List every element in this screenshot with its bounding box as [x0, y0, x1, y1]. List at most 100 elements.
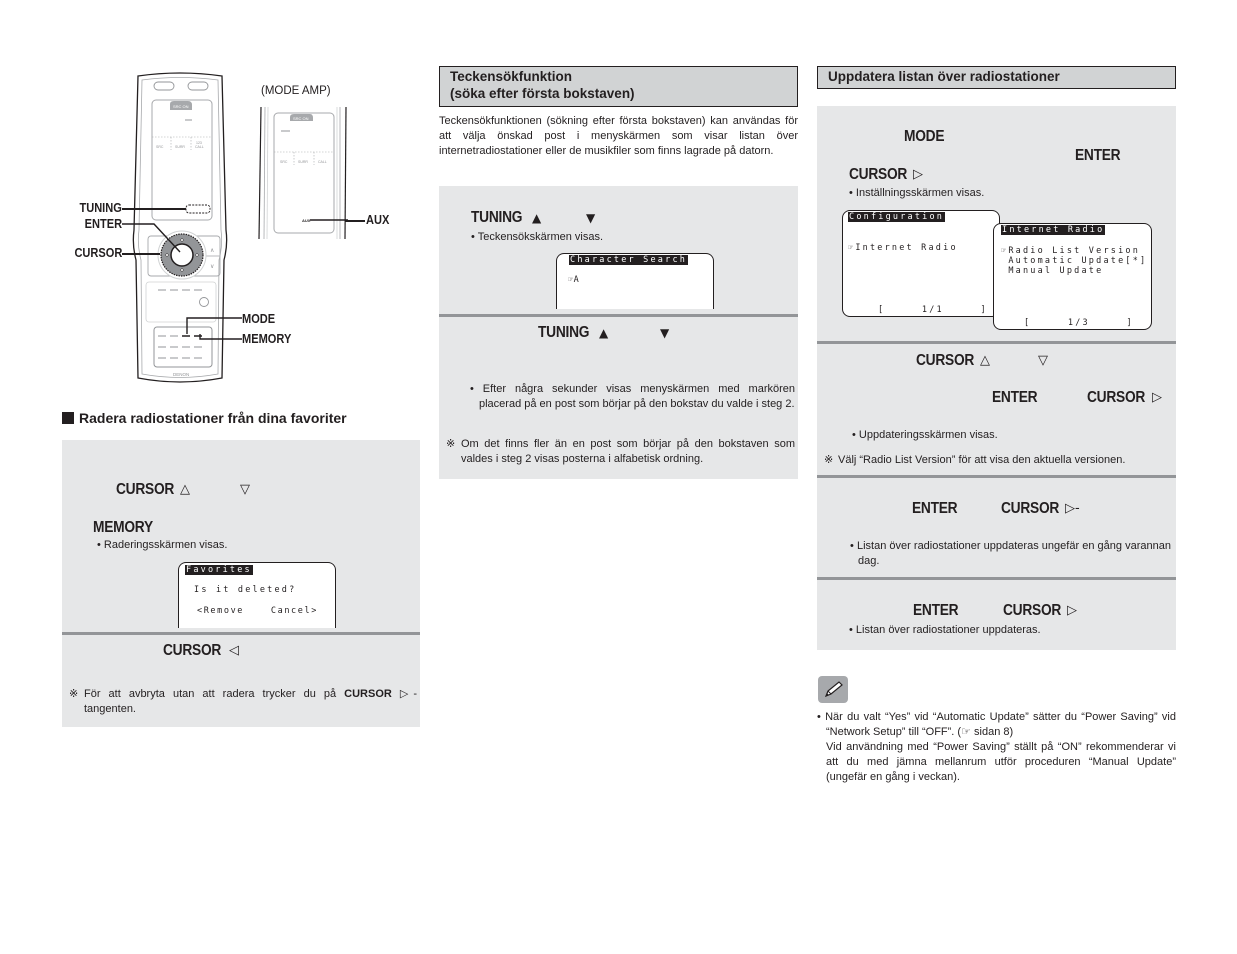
section-heading-box: Uppdatera listan över radiostationer — [817, 66, 1176, 89]
cursor-key-label: CURSOR — [849, 166, 908, 183]
svg-text:SRC: SRC — [156, 145, 164, 149]
step1-bullet: • Teckensökskärmen visas. — [471, 231, 604, 243]
step3-instruction: CURSOR ◁ — [163, 642, 239, 660]
pencil-icon — [818, 676, 848, 703]
alphabetical-note: ※ Om det finns fler än en post som börjar… — [446, 437, 795, 467]
note-arrow: ▷- — [399, 688, 418, 700]
remote-inset-mode-amp: SRC ON SRC SURR CALL AUX — [258, 107, 348, 240]
character-search-screen: Character Search ☞A — [556, 253, 714, 309]
cursor-key-label: CURSOR — [116, 481, 175, 498]
triangle-right-icon: ▷ — [913, 167, 923, 182]
radio-list-version-note: ※ Välj “Radio List Version” för att visa … — [824, 453, 1176, 468]
step4-bullet: • Listan över radiostationer uppdateras. — [849, 624, 1041, 636]
inset-caption: (MODE AMP) — [261, 85, 331, 97]
screen-title: Character Search — [569, 255, 689, 265]
screen-title: Internet Radio — [1001, 225, 1106, 235]
screen-line: Is it deleted? — [194, 585, 297, 595]
memo-note: • När du valt “Yes” vid “Automatic Updat… — [817, 710, 1176, 785]
memory-key-label: MEMORY — [93, 519, 153, 536]
step1-cursor-instruction: CURSOR ▷ — [849, 166, 923, 184]
enter-key-label: ENTER — [913, 602, 959, 619]
cursor-key-label: CURSOR — [1003, 602, 1062, 619]
section-heading: Radera radiostationer från dina favorite… — [62, 410, 347, 426]
enter-key-label: ENTER — [992, 389, 1038, 406]
cursor-key-label: CURSOR — [916, 352, 975, 369]
step2-bullet: • Raderingsskärmen visas. — [97, 539, 228, 551]
triangle-up-filled-icon: ▲ — [599, 326, 609, 340]
pointing-hand-icon: ☞ — [961, 726, 971, 738]
note-text: Om det finns fler än en post som börjar … — [461, 438, 795, 465]
svg-text:∨: ∨ — [210, 264, 214, 270]
step1-instruction: TUNING ▲ ▼ — [471, 209, 595, 227]
tuning-key-label: TUNING — [471, 209, 523, 226]
section-heading-box: Teckensökfunktion (söka efter första bok… — [439, 66, 798, 107]
note-key: CURSOR — [344, 688, 392, 700]
step2-cursor-right: CURSOR ▷ — [1087, 389, 1162, 407]
step2-bullet: • Efter några sekunder visas menyskärmen… — [470, 383, 795, 410]
note-text: tangenten. — [84, 703, 136, 715]
internet-radio-screen: Internet Radio ☞Radio List Version Autom… — [993, 223, 1152, 330]
heading-line: Teckensökfunktion — [450, 69, 573, 84]
page-reference: sidan 8) — [970, 726, 1014, 738]
memory-label: MEMORY — [242, 331, 292, 346]
triangle-right-icon: ▷ — [1152, 390, 1162, 405]
screen-line: Automatic Update[*] — [1001, 256, 1148, 266]
screen-line: ☞Radio List Version — [1001, 246, 1141, 256]
cursor-leader-line — [122, 253, 160, 255]
triangle-left-icon: ◁ — [229, 643, 239, 658]
screen-line: <Remove Cancel> — [197, 606, 318, 616]
step1-instruction: CURSOR △ ▽ — [116, 481, 250, 499]
configuration-screen: Configuration ☞Internet Radio [ 1/1 ] — [842, 210, 1000, 317]
screen-page-indicator: [ 1/3 ] — [1024, 318, 1134, 328]
triangle-up-filled-icon: ▲ — [532, 211, 542, 225]
intro-paragraph: Teckensökfunktionen (sökning efter först… — [439, 115, 798, 157]
triangle-right-icon: ▷- — [1065, 501, 1080, 516]
square-bullet-icon — [62, 412, 74, 424]
step4-cursor-instruction: CURSOR ▷ — [1003, 602, 1077, 620]
triangle-up-icon: △ — [980, 353, 990, 368]
enter-label: ENTER — [84, 216, 122, 231]
svg-text:DENON: DENON — [173, 372, 189, 377]
triangle-down-icon: ▽ — [240, 482, 250, 497]
heading-text: Radera radiostationer från dina favorite… — [79, 410, 347, 426]
cursor-key-label: CURSOR — [1001, 500, 1060, 517]
triangle-up-icon: △ — [180, 482, 190, 497]
triangle-right-icon: ▷ — [1067, 603, 1077, 618]
step2-cursor-instruction: CURSOR △ ▽ — [916, 352, 1048, 370]
enter-key-label: ENTER — [912, 500, 958, 517]
step1-bullet: • Inställningsskärmen visas. — [849, 187, 985, 199]
svg-text:SRC ON: SRC ON — [173, 104, 189, 109]
screen-title: Favorites — [185, 565, 253, 575]
screen-line: ☞A — [568, 275, 580, 285]
cursor-key-label: CURSOR — [163, 642, 222, 659]
triangle-down-filled-icon: ▼ — [660, 326, 670, 340]
triangle-down-filled-icon: ▼ — [586, 211, 596, 225]
enter-leader-line — [122, 223, 181, 253]
tuning-key-label: TUNING — [538, 324, 590, 341]
svg-text:SRC: SRC — [280, 160, 288, 164]
note-mark-icon: ※ — [69, 688, 79, 700]
step2-instruction: TUNING ▲ ▼ — [538, 324, 669, 342]
screen-page-indicator: [ 1/1 ] — [878, 305, 988, 315]
cursor-label: CURSOR — [74, 245, 122, 260]
note-mark-icon: ※ — [446, 438, 456, 450]
note-mark-icon: ※ — [824, 454, 834, 466]
mode-memory-leader-lines — [186, 317, 242, 340]
heading-line: Uppdatera listan över radiostationer — [828, 69, 1060, 84]
svg-text:AUX: AUX — [302, 218, 311, 223]
favorites-delete-screen: Favorites Is it deleted? <Remove Cancel> — [178, 562, 336, 628]
svg-text:∧: ∧ — [210, 248, 214, 254]
screen-line: ☞Internet Radio — [848, 243, 958, 253]
screen-line: Manual Update — [1001, 266, 1104, 276]
step3-bullet: • Listan över radiostationer uppdateras … — [850, 540, 1171, 567]
screen-title: Configuration — [848, 212, 946, 222]
step-panel-4 — [817, 580, 1176, 650]
note-text: För att avbryta utan att radera trycker … — [84, 688, 337, 700]
svg-text:SURR: SURR — [175, 145, 185, 149]
svg-text:CALL: CALL — [318, 160, 327, 164]
step3-cursor-instruction: CURSOR ▷- — [1001, 500, 1080, 518]
triangle-down-icon: ▽ — [1038, 353, 1048, 368]
cursor-key-label: CURSOR — [1087, 389, 1146, 406]
tuning-label: TUNING — [79, 200, 122, 215]
mode-key-label: MODE — [904, 128, 945, 145]
